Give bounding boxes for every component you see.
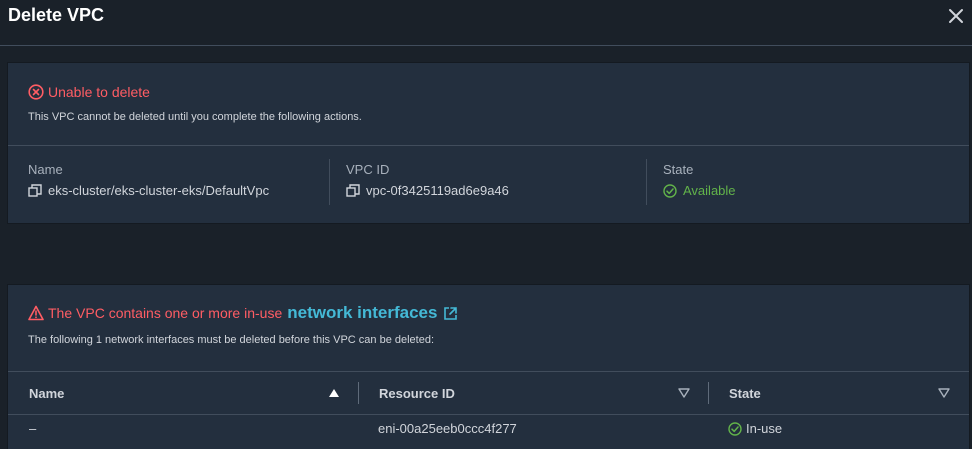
error-alert-title: Unable to delete (28, 84, 150, 100)
error-circle-icon (28, 84, 44, 100)
table-header: Name Resource ID State (8, 371, 969, 415)
network-interfaces-link-text: network interfaces (287, 303, 438, 322)
warning-alert-text: The VPC contains one or more in-use (48, 305, 283, 321)
vpc-id-value: vpc-0f3425119ad6e9a46 (346, 183, 509, 198)
sort-ascending-icon[interactable] (328, 387, 340, 399)
close-button[interactable] (946, 6, 966, 26)
vpc-id-text: vpc-0f3425119ad6e9a46 (366, 183, 509, 198)
vpc-state-field: State Available (663, 162, 736, 198)
vpc-name-text: eks-cluster/eks-cluster-eks/DefaultVpc (48, 183, 270, 198)
column-header-state[interactable]: State (729, 372, 761, 414)
error-alert-description: This VPC cannot be deleted until you com… (28, 111, 362, 123)
network-interfaces-link[interactable]: network interfaces (287, 303, 458, 323)
copy-icon[interactable] (28, 183, 42, 198)
column-resizer[interactable] (708, 382, 709, 404)
modal-header: Delete VPC (0, 0, 972, 46)
vpc-name-label: Name (28, 162, 63, 177)
row-name-cell: – (29, 421, 37, 436)
vpc-id-field: VPC ID vpc-0f3425119ad6e9a46 (346, 162, 509, 198)
vpc-state-label: State (663, 162, 694, 177)
warning-icon (28, 305, 44, 321)
close-icon (949, 9, 963, 23)
check-circle-icon (663, 183, 677, 198)
external-link-icon (444, 306, 458, 320)
check-circle-icon (728, 421, 742, 436)
unable-to-delete-panel: Unable to delete This VPC cannot be dele… (7, 62, 970, 224)
vpc-name-value: eks-cluster/eks-cluster-eks/DefaultVpc (28, 183, 269, 198)
copy-icon[interactable] (346, 183, 360, 198)
sort-icon[interactable] (938, 387, 950, 399)
column-divider (646, 159, 647, 205)
row-state-text: In-use (746, 421, 783, 436)
row-resource-id-cell: eni-00a25eeb0ccc4f277 (378, 421, 517, 436)
vpc-state-text: Available (683, 183, 736, 198)
sort-icon[interactable] (678, 387, 690, 399)
column-header-resource-id[interactable]: Resource ID (379, 372, 455, 414)
column-divider (329, 159, 330, 205)
vpc-id-label: VPC ID (346, 162, 390, 177)
vpc-state-value: Available (663, 183, 736, 198)
error-alert-text: Unable to delete (48, 84, 150, 100)
warning-alert-title: The VPC contains one or more in-use netw… (28, 303, 458, 323)
network-interfaces-panel: The VPC contains one or more in-use netw… (7, 284, 970, 449)
column-header-name[interactable]: Name (29, 372, 64, 414)
modal-title: Delete VPC (8, 5, 105, 25)
divider (8, 145, 969, 146)
column-resizer[interactable] (358, 382, 359, 404)
vpc-name-field: Name eks-cluster/eks-cluster-eks/Default… (28, 162, 269, 198)
warning-alert-description: The following 1 network interfaces must … (28, 334, 435, 346)
row-state-cell: In-use (728, 421, 782, 436)
